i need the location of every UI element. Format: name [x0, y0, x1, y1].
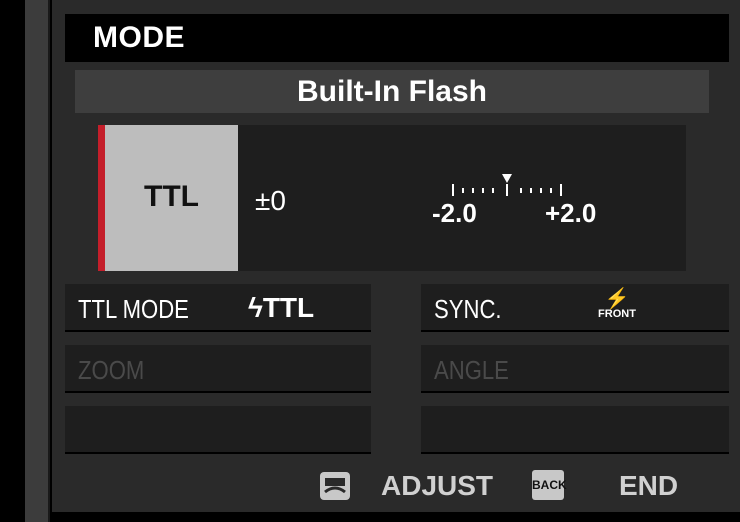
scale-tick	[482, 188, 484, 193]
scale-tick	[530, 188, 532, 193]
zoom-label: ZOOM	[78, 355, 145, 385]
flash-compensation-scale[interactable]: -2.0 +2.0	[432, 174, 596, 230]
scale-tick	[452, 184, 454, 196]
page-title: MODE	[93, 21, 185, 54]
sync-setting[interactable]: SYNC. ⚡ FRONT	[421, 284, 729, 332]
scale-tick	[472, 188, 474, 193]
empty-setting-slot	[421, 406, 729, 454]
back-button-icon[interactable]: BACK	[532, 470, 567, 500]
angle-label: ANGLE	[434, 355, 509, 385]
angle-setting: ANGLE	[421, 345, 729, 393]
sync-label: SYNC.	[434, 294, 502, 324]
scale-tick	[560, 184, 562, 196]
ttl-mode-label: TTL MODE	[78, 294, 189, 324]
scale-min-label: -2.0	[432, 198, 477, 228]
left-bezel	[0, 0, 25, 522]
empty-setting-slot	[65, 406, 371, 454]
left-strip	[25, 0, 50, 522]
sync-value: FRONT	[598, 308, 636, 320]
ttl-mode-value: ϟTTL	[248, 292, 315, 323]
scale-pointer-icon	[502, 174, 512, 183]
bottom-bezel	[52, 512, 740, 522]
ttl-mode-setting[interactable]: TTL MODE ϟTTL	[65, 284, 371, 332]
adjust-label: ADJUST	[381, 470, 494, 501]
scale-tick	[550, 188, 552, 193]
ttl-mode-option[interactable]: TTL	[98, 125, 238, 271]
scale-tick	[506, 184, 508, 196]
flash-title: Built-In Flash	[297, 75, 487, 108]
scale-tick	[540, 188, 542, 193]
ttl-mode-label: TTL	[144, 180, 199, 213]
flash-mode-panel: TTL	[98, 125, 686, 271]
end-label: END	[619, 470, 679, 501]
scale-max-label: +2.0	[545, 198, 597, 228]
scale-tick	[520, 188, 522, 193]
command-dial-icon	[320, 472, 350, 500]
mode-header: MODE	[65, 14, 729, 62]
flash-header: Built-In Flash	[75, 70, 709, 113]
flash-compensation-value: ±0	[255, 185, 286, 216]
scale-tick	[492, 188, 494, 193]
flash-front-icon: ⚡ FRONT	[598, 288, 636, 320]
scale-tick	[462, 188, 464, 193]
zoom-setting: ZOOM	[65, 345, 371, 393]
